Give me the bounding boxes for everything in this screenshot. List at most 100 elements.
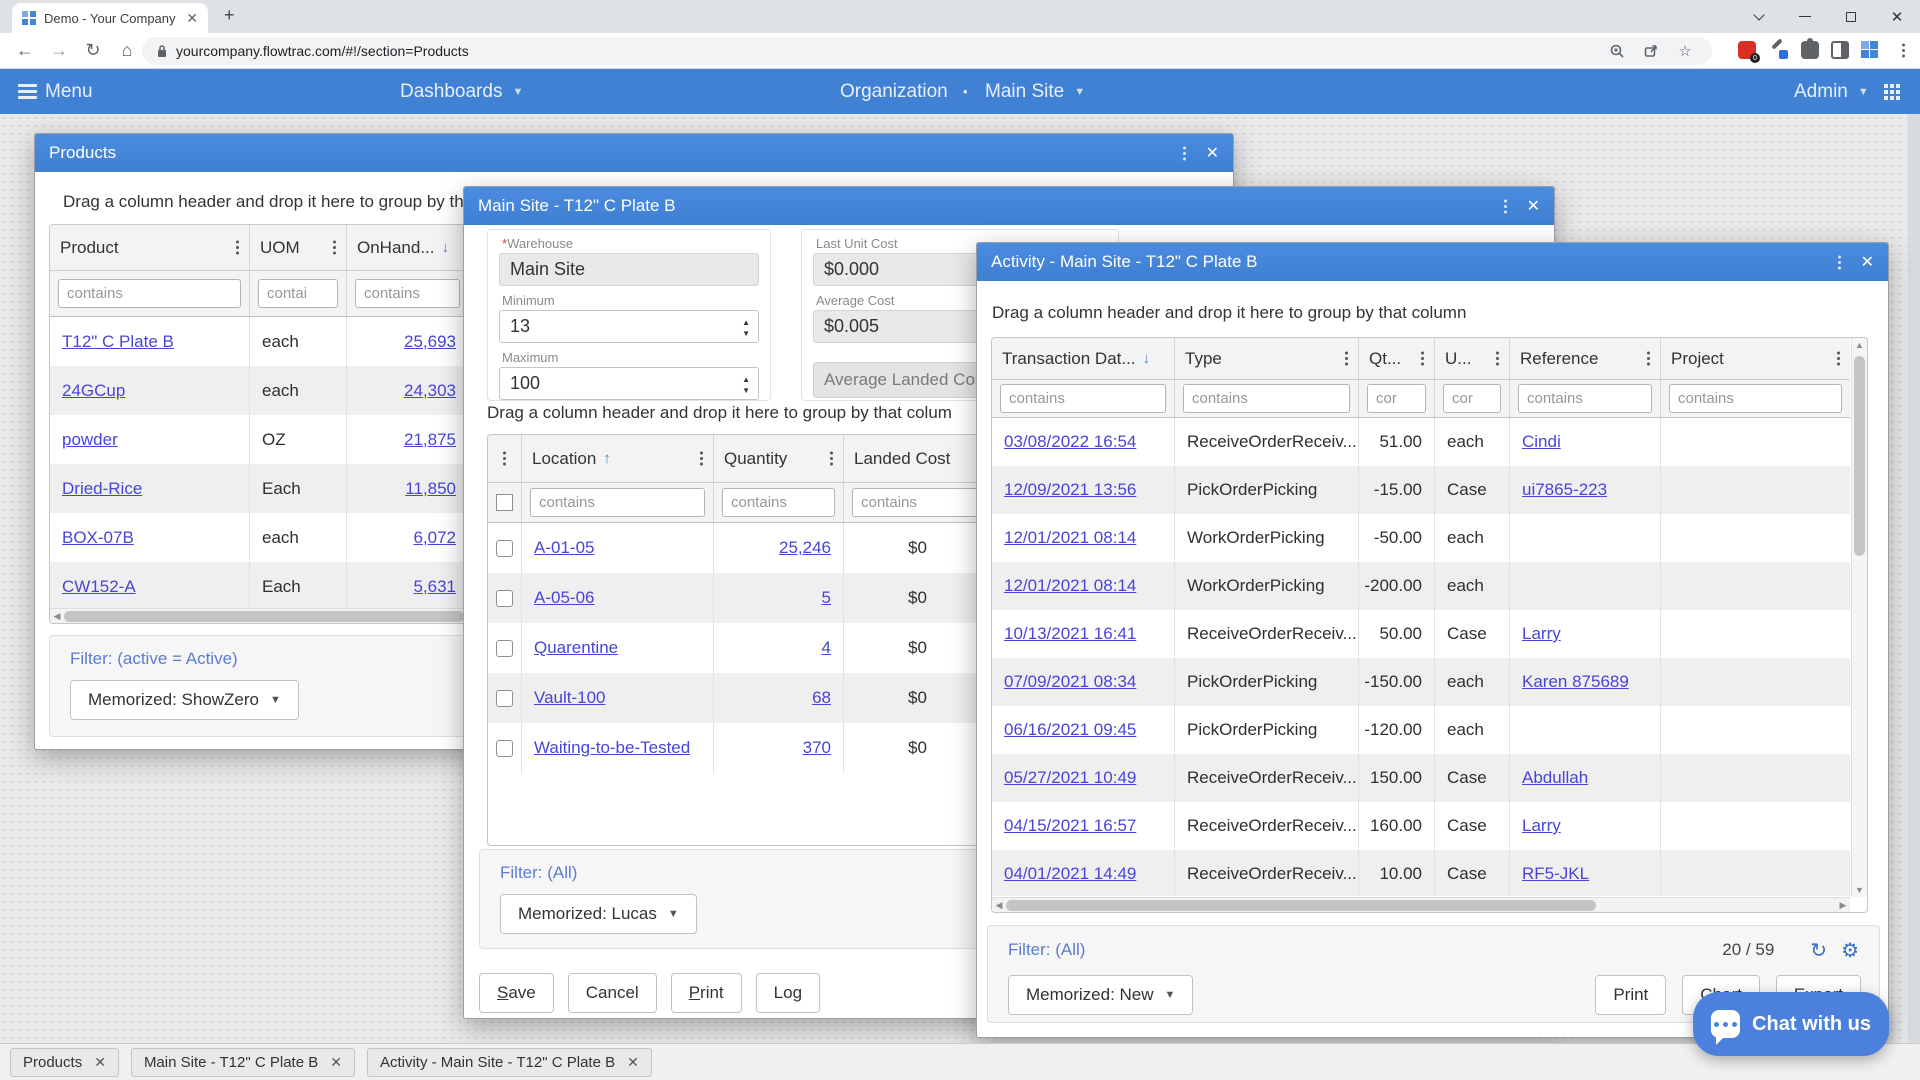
products-window-titlebar[interactable]: Products ✕: [35, 134, 1233, 172]
extension-pin-icon[interactable]: 0: [1738, 41, 1760, 63]
quantity-link[interactable]: 4: [822, 638, 831, 658]
quantity-link[interactable]: 370: [803, 738, 831, 758]
cancel-button[interactable]: Cancel: [567, 973, 657, 1013]
type-filter-input[interactable]: [1183, 384, 1350, 413]
minimum-input[interactable]: [499, 310, 759, 343]
column-header-landed-cost[interactable]: Landed Cost: [854, 449, 950, 469]
onhand-link[interactable]: 5,631: [413, 577, 456, 597]
column-header-project[interactable]: Project: [1671, 349, 1724, 369]
product-filter-input[interactable]: [58, 279, 241, 308]
new-tab-button[interactable]: +: [224, 5, 235, 26]
back-icon[interactable]: ←: [10, 33, 40, 68]
column-header-quantity[interactable]: Quantity: [724, 449, 787, 469]
close-icon[interactable]: ✕: [94, 1054, 106, 1071]
column-menu-kebab-icon[interactable]: [830, 457, 833, 460]
log-button[interactable]: Log: [755, 973, 821, 1013]
location-link[interactable]: Quarentine: [534, 638, 618, 658]
taskbar-tab-products[interactable]: Products ✕: [10, 1047, 119, 1077]
share-icon[interactable]: [1638, 43, 1664, 59]
transaction-date-link[interactable]: 12/01/2021 08:14: [1004, 528, 1136, 548]
location-filter-input[interactable]: [530, 488, 705, 517]
product-link[interactable]: Dried-Rice: [62, 479, 142, 499]
onhand-link[interactable]: 21,875: [404, 430, 456, 450]
reference-filter-input[interactable]: [1518, 384, 1652, 413]
column-menu-kebab-icon[interactable]: [236, 246, 239, 249]
product-link[interactable]: powder: [62, 430, 118, 450]
filter-link[interactable]: Filter: (All): [500, 863, 577, 883]
reference-link[interactable]: Cindi: [1522, 432, 1561, 452]
taskbar-tab-activity[interactable]: Activity - Main Site - T12" C Plate B ✕: [366, 1047, 652, 1077]
filter-link[interactable]: Filter: (active = Active): [70, 649, 238, 669]
tab-close-icon[interactable]: ✕: [186, 10, 198, 27]
transaction-date-link[interactable]: 06/16/2021 09:45: [1004, 720, 1136, 740]
location-link[interactable]: A-05-06: [534, 588, 594, 608]
group-drop-zone[interactable]: Drag a column header and drop it here to…: [487, 403, 952, 423]
site-menu[interactable]: Main Site ▼: [985, 69, 1085, 114]
transaction-date-link[interactable]: 12/01/2021 08:14: [1004, 576, 1136, 596]
column-menu-kebab-icon[interactable]: [333, 246, 336, 249]
browser-menu-kebab-icon[interactable]: [1888, 33, 1918, 68]
onhand-link[interactable]: 11,850: [405, 479, 456, 499]
window-restore-icon[interactable]: [1834, 0, 1868, 33]
spinner-down-icon[interactable]: ▼: [742, 387, 750, 395]
window-close-icon[interactable]: ✕: [1880, 0, 1914, 33]
column-menu-kebab-icon[interactable]: [1421, 357, 1424, 360]
product-link[interactable]: 24GCup: [62, 381, 125, 401]
maximum-input[interactable]: [499, 367, 759, 400]
column-menu-kebab-icon[interactable]: [1345, 357, 1348, 360]
column-header-type[interactable]: Type: [1185, 349, 1222, 369]
column-header-date[interactable]: Transaction Dat...: [1002, 349, 1136, 369]
transaction-date-link[interactable]: 05/27/2021 10:49: [1004, 768, 1136, 788]
memorized-dropdown-button[interactable]: Memorized: Lucas ▼: [500, 894, 697, 934]
row-checkbox[interactable]: [496, 689, 513, 707]
column-menu-kebab-icon[interactable]: [1837, 357, 1840, 360]
scroll-right-icon[interactable]: ▶: [1836, 900, 1850, 911]
column-header-product[interactable]: Product: [60, 238, 119, 258]
qty-filter-input[interactable]: [1367, 384, 1426, 413]
admin-menu[interactable]: Admin ▼: [1794, 69, 1869, 114]
date-filter-input[interactable]: [1000, 384, 1166, 413]
spinner-down-icon[interactable]: ▼: [742, 330, 750, 338]
row-checkbox[interactable]: [496, 639, 513, 657]
close-icon[interactable]: ✕: [627, 1054, 639, 1071]
quantity-link[interactable]: 68: [812, 688, 831, 708]
transaction-date-link[interactable]: 12/09/2021 13:56: [1004, 480, 1136, 500]
column-menu-kebab-icon[interactable]: [700, 457, 703, 460]
column-header-reference[interactable]: Reference: [1520, 349, 1598, 369]
refresh-icon[interactable]: ↻: [1810, 938, 1827, 963]
filter-link[interactable]: Filter: (All): [1008, 940, 1085, 960]
onhand-link[interactable]: 24,303: [404, 381, 456, 401]
page-scrollbar[interactable]: [1908, 114, 1920, 1043]
project-filter-input[interactable]: [1669, 384, 1842, 413]
row-checkbox[interactable]: [496, 539, 513, 557]
onhand-filter-input[interactable]: [355, 279, 460, 308]
apps-waffle-icon[interactable]: [1884, 69, 1900, 114]
window-chevron-icon[interactable]: [1742, 0, 1776, 33]
onhand-link[interactable]: 25,693: [404, 332, 456, 352]
print-button[interactable]: Print: [1595, 975, 1667, 1015]
forward-icon[interactable]: →: [44, 33, 74, 68]
transaction-date-link[interactable]: 03/08/2022 16:54: [1004, 432, 1136, 452]
window-kebab-icon[interactable]: [1182, 151, 1186, 155]
vertical-scrollbar[interactable]: ▲ ▼: [1851, 338, 1867, 897]
column-header-qty[interactable]: Qt...: [1369, 349, 1401, 369]
scroll-left-icon[interactable]: ◀: [50, 611, 64, 622]
window-minimize-icon[interactable]: [1788, 0, 1822, 33]
quantity-filter-input[interactable]: [722, 488, 835, 517]
reference-link[interactable]: Larry: [1522, 816, 1561, 836]
reference-link[interactable]: Karen 875689: [1522, 672, 1629, 692]
scroll-down-icon[interactable]: ▼: [1852, 885, 1867, 895]
product-link[interactable]: CW152-A: [62, 577, 136, 597]
organization-item[interactable]: Organization: [840, 69, 948, 114]
item-window-titlebar[interactable]: Main Site - T12" C Plate B ✕: [464, 187, 1554, 225]
transaction-date-link[interactable]: 04/01/2021 14:49: [1004, 864, 1136, 884]
uom-filter-input[interactable]: [1443, 384, 1501, 413]
warehouse-input[interactable]: [499, 253, 759, 286]
window-kebab-icon[interactable]: [1503, 204, 1507, 208]
column-menu-kebab-icon[interactable]: [1496, 357, 1499, 360]
column-menu-kebab-icon[interactable]: [503, 457, 506, 460]
memorized-dropdown-button[interactable]: Memorized: ShowZero ▼: [70, 680, 299, 720]
scrollbar-thumb[interactable]: [1854, 356, 1865, 556]
bookmark-star-icon[interactable]: ☆: [1672, 42, 1698, 60]
address-bar[interactable]: yourcompany.flowtrac.com/#!/section=Prod…: [142, 37, 1712, 65]
